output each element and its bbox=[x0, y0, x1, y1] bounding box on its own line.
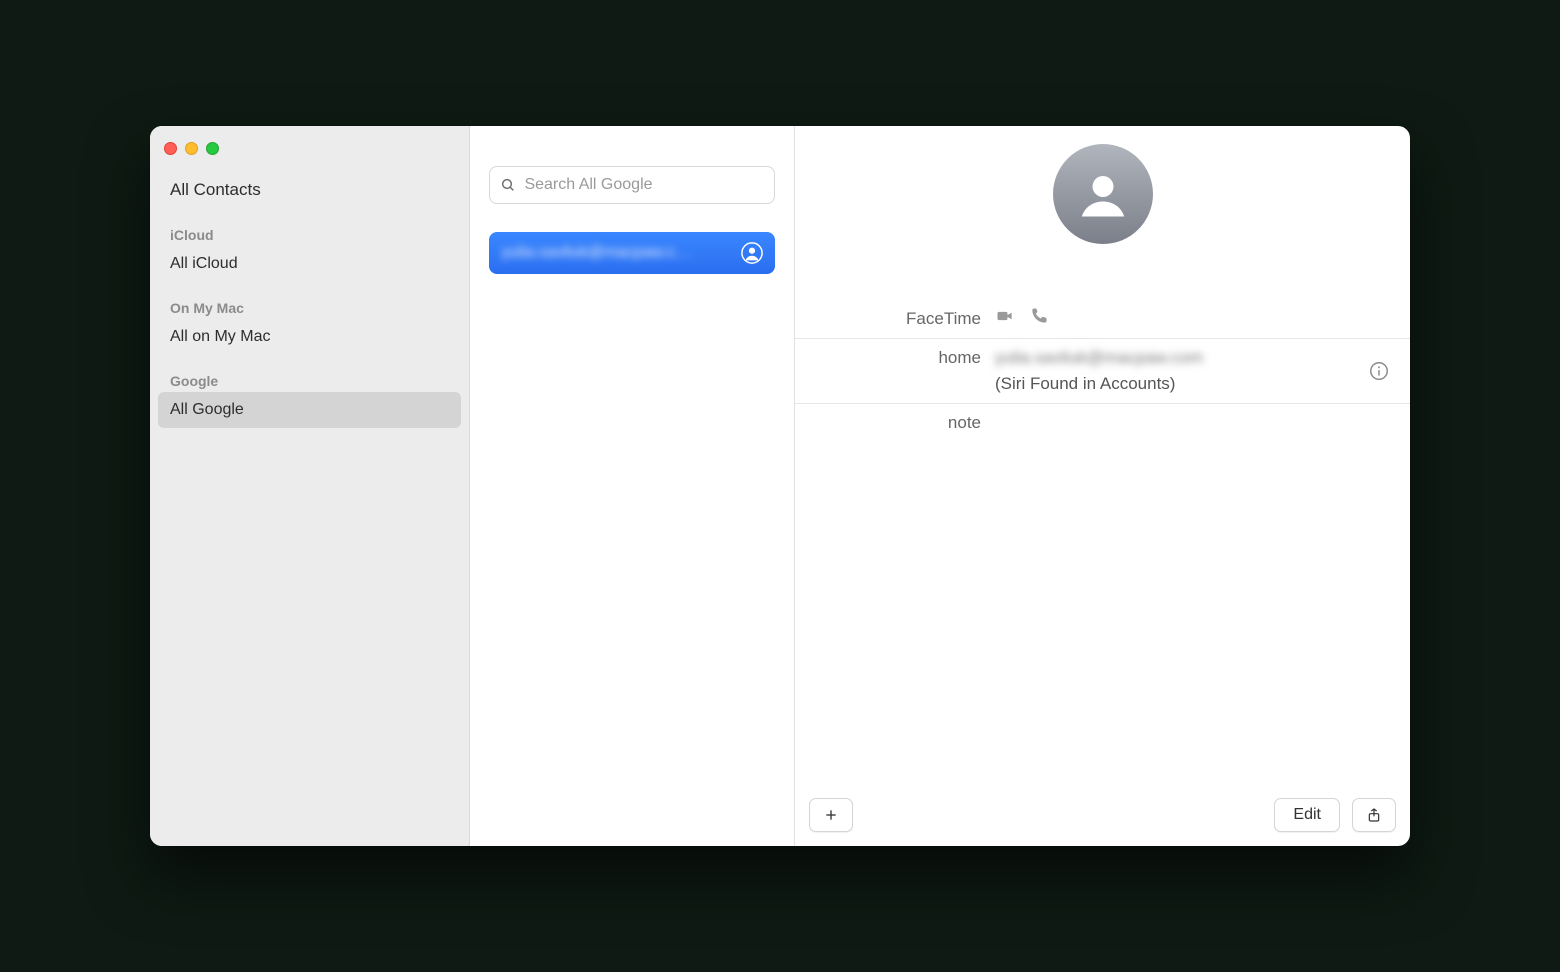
email-value[interactable]: yulia.savliuk@macpaw.com bbox=[995, 345, 1360, 371]
note-label: note bbox=[795, 410, 995, 436]
contact-list-item[interactable]: yulia.savliuk@macpaw.c… bbox=[489, 232, 774, 274]
search-input[interactable] bbox=[524, 176, 763, 194]
person-icon bbox=[741, 242, 763, 264]
facetime-row: FaceTime bbox=[795, 300, 1410, 339]
sidebar-section-on-my-mac: On My Mac bbox=[158, 292, 461, 319]
contact-detail-pane: FaceTime home yulia.s bbox=[795, 126, 1410, 846]
search-field[interactable] bbox=[489, 166, 774, 204]
window-controls bbox=[158, 138, 461, 171]
contacts-window: All Contacts iCloud All iCloud On My Mac… bbox=[150, 126, 1410, 846]
info-icon[interactable] bbox=[1368, 360, 1390, 382]
email-row: home yulia.savliuk@macpaw.com (Siri Foun… bbox=[795, 339, 1410, 404]
person-icon bbox=[1073, 164, 1133, 224]
share-icon bbox=[1366, 806, 1382, 824]
plus-icon bbox=[823, 807, 839, 823]
detail-info: FaceTime home yulia.s bbox=[795, 300, 1410, 442]
detail-footer: Edit bbox=[809, 798, 1396, 832]
note-row: note bbox=[795, 404, 1410, 442]
add-button[interactable] bbox=[809, 798, 853, 832]
sidebar-section-google: Google bbox=[158, 365, 461, 392]
minimize-window-button[interactable] bbox=[185, 142, 198, 155]
sidebar-item-all-on-my-mac[interactable]: All on My Mac bbox=[158, 319, 461, 355]
maximize-window-button[interactable] bbox=[206, 142, 219, 155]
search-icon bbox=[500, 177, 516, 193]
sidebar-item-all-icloud[interactable]: All iCloud bbox=[158, 246, 461, 282]
facetime-label: FaceTime bbox=[795, 306, 995, 332]
email-subtext: (Siri Found in Accounts) bbox=[995, 371, 1360, 397]
edit-button[interactable]: Edit bbox=[1274, 798, 1340, 832]
close-window-button[interactable] bbox=[164, 142, 177, 155]
video-icon[interactable] bbox=[995, 306, 1015, 326]
share-button[interactable] bbox=[1352, 798, 1396, 832]
phone-icon[interactable] bbox=[1029, 306, 1049, 326]
email-label: home bbox=[795, 345, 995, 371]
sidebar: All Contacts iCloud All iCloud On My Mac… bbox=[150, 126, 470, 846]
sidebar-section-icloud: iCloud bbox=[158, 219, 461, 246]
sidebar-item-all-google[interactable]: All Google bbox=[158, 392, 461, 428]
sidebar-item-all-contacts[interactable]: All Contacts bbox=[158, 171, 461, 209]
contact-list-pane: yulia.savliuk@macpaw.c… bbox=[470, 126, 795, 846]
detail-header bbox=[795, 126, 1410, 244]
contact-name: yulia.savliuk@macpaw.c… bbox=[501, 244, 730, 262]
avatar[interactable] bbox=[1053, 144, 1153, 244]
